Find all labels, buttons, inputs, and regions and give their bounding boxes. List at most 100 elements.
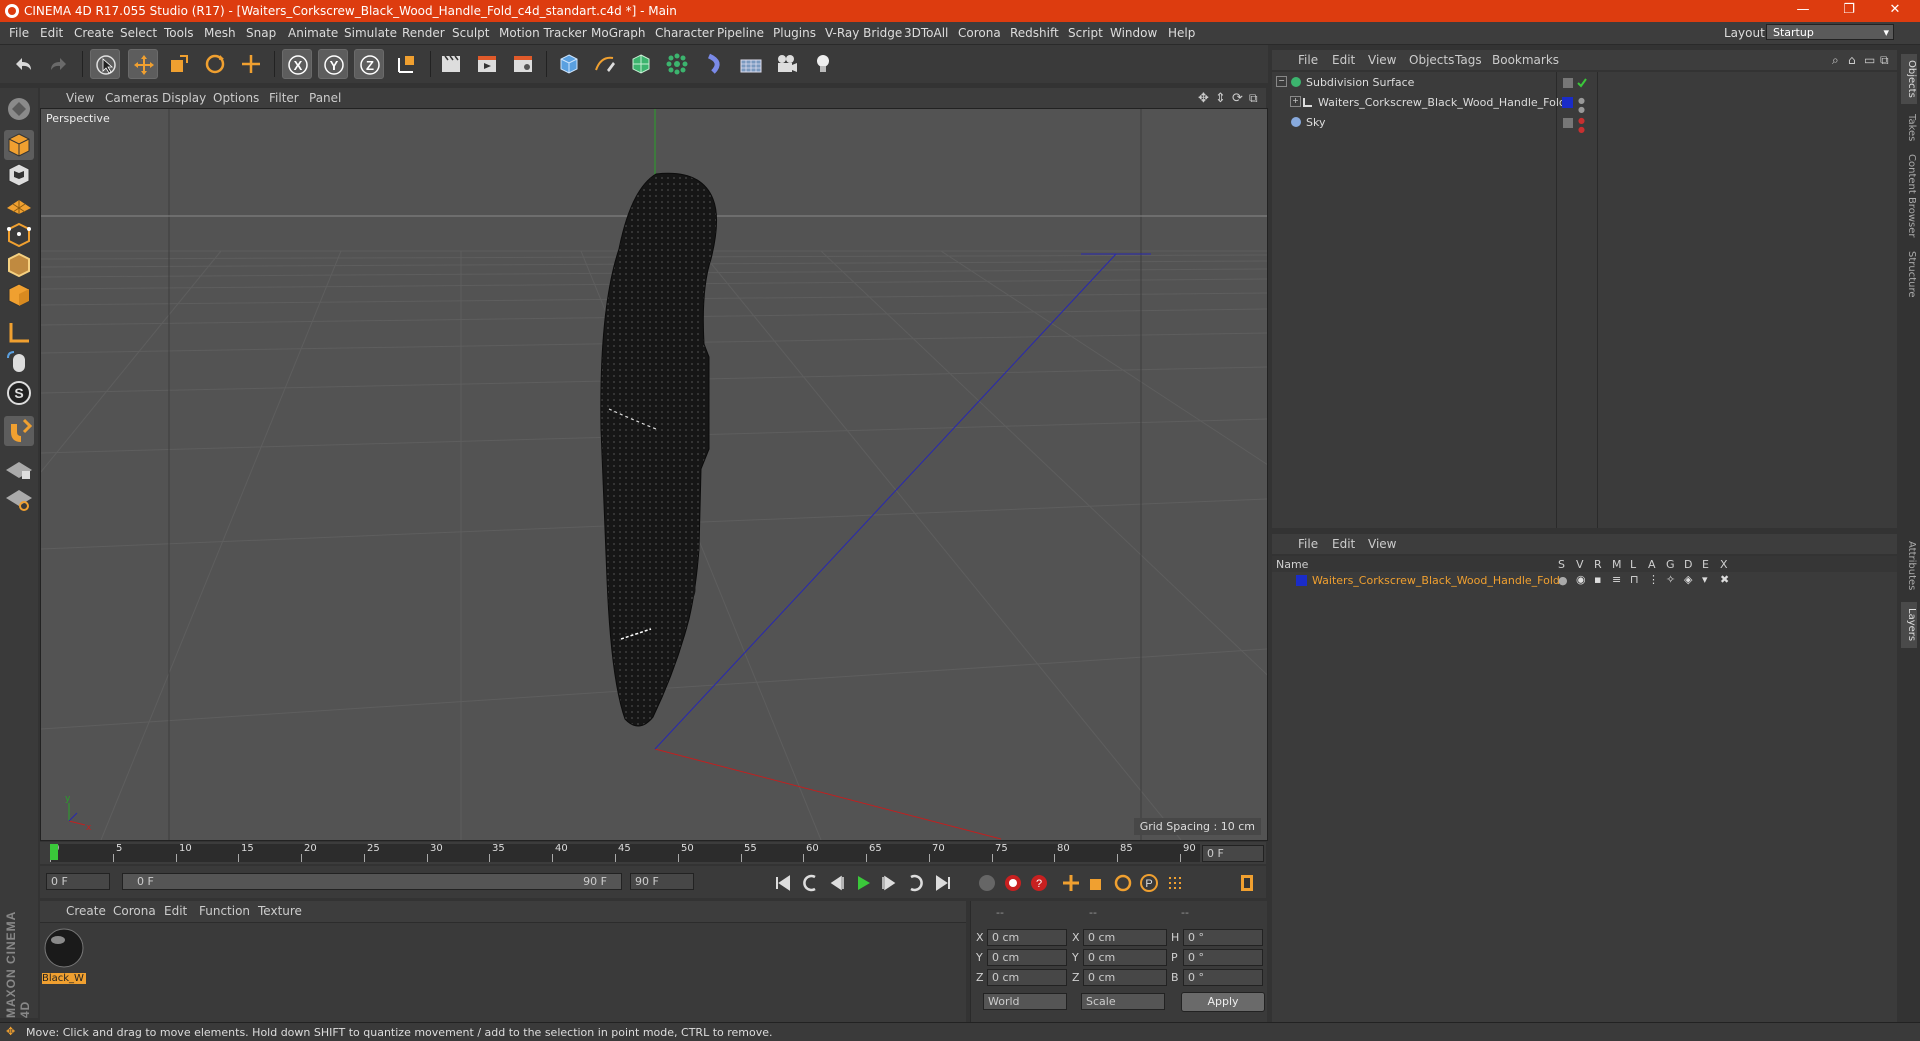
autokey-button[interactable] <box>1002 872 1024 894</box>
scale-tool-button[interactable] <box>164 49 194 79</box>
size-z-field[interactable]: 0 cm <box>1083 969 1167 986</box>
object-new-view-icon[interactable]: ▭ <box>1864 53 1875 67</box>
viewport-move-icon[interactable]: ✥ <box>1198 91 1209 106</box>
menu-edit[interactable]: Edit <box>40 26 63 40</box>
material-menu-corona[interactable]: Corona <box>113 904 156 918</box>
layer-solo-icon[interactable]: ● <box>1558 574 1568 587</box>
workplane-mode-button[interactable] <box>4 190 34 220</box>
size-x-field[interactable]: 0 cm <box>1083 929 1167 946</box>
position-z-field[interactable]: 0 cm <box>987 969 1067 986</box>
add-camera-button[interactable] <box>772 49 802 79</box>
layer-color-swatch[interactable] <box>1296 575 1307 586</box>
snapping-button[interactable]: S <box>4 378 34 408</box>
render-view-button[interactable] <box>436 49 466 79</box>
material-menu-texture[interactable]: Texture <box>258 904 302 918</box>
object-home-icon[interactable]: ⌂ <box>1848 53 1856 67</box>
lock-workplane-button[interactable] <box>4 454 34 484</box>
corkscrew-model[interactable] <box>600 172 717 727</box>
undo-button[interactable] <box>8 49 38 79</box>
x-axis-lock-button[interactable]: X <box>282 49 312 79</box>
render-to-picture-viewer-button[interactable] <box>472 49 502 79</box>
viewport-rotate-icon[interactable]: ⟳ <box>1232 91 1243 106</box>
viewport-dolly-icon[interactable]: ⇕ <box>1215 91 1226 106</box>
menu-corona[interactable]: Corona <box>958 26 1001 40</box>
planar-workplane-button[interactable] <box>4 484 34 514</box>
add-floor-button[interactable] <box>736 49 766 79</box>
material-swatch[interactable]: Black_W <box>42 926 86 986</box>
go-to-start-button[interactable] <box>772 872 794 894</box>
expand-toggle-icon[interactable]: + <box>1290 96 1301 107</box>
object-menu-view[interactable]: View <box>1368 53 1396 67</box>
tab-objects[interactable]: Objects <box>1901 54 1917 104</box>
viewport-menu-display[interactable]: Display <box>162 91 206 105</box>
layer-menu-view[interactable]: View <box>1368 537 1396 551</box>
object-row-corkscrew[interactable]: + Waiters_Corkscrew_Black_Wood_Handle_Fo… <box>1272 94 1897 114</box>
object-menu-tags[interactable]: Tags <box>1455 53 1482 67</box>
layer-render-icon[interactable]: ▪ <box>1594 573 1601 586</box>
coordinate-mode-dropdown[interactable]: World <box>983 993 1067 1010</box>
menu-render[interactable]: Render <box>402 26 445 40</box>
make-editable-button[interactable] <box>4 94 34 124</box>
play-button[interactable] <box>852 872 874 894</box>
object-menu-objects[interactable]: Objects <box>1409 53 1454 67</box>
add-array-button[interactable] <box>662 49 692 79</box>
menu-window[interactable]: Window <box>1110 26 1157 40</box>
keyframe-selection-button[interactable]: ? <box>1028 872 1050 894</box>
material-menu-function[interactable]: Function <box>199 904 250 918</box>
material-menu-edit[interactable]: Edit <box>164 904 187 918</box>
menu-pipeline[interactable]: Pipeline <box>717 26 764 40</box>
layer-xref-icon[interactable]: ✖ <box>1720 573 1729 586</box>
menu-mograph[interactable]: MoGraph <box>591 26 646 40</box>
menu-file[interactable]: File <box>9 26 29 40</box>
viewport-menu-cameras[interactable]: Cameras <box>105 91 158 105</box>
z-axis-lock-button[interactable]: Z <box>354 49 384 79</box>
position-y-field[interactable]: 0 cm <box>987 949 1067 966</box>
model-mode-button[interactable] <box>4 130 34 160</box>
tab-structure[interactable]: Structure <box>1901 246 1917 302</box>
size-y-field[interactable]: 0 cm <box>1083 949 1167 966</box>
menu-character[interactable]: Character <box>655 26 714 40</box>
object-expand-icon[interactable]: ⧉ <box>1880 53 1889 68</box>
menu-create[interactable]: Create <box>74 26 114 40</box>
layer-menu-file[interactable]: File <box>1298 537 1318 551</box>
key-rotation-button[interactable] <box>1112 872 1134 894</box>
layer-lock-icon[interactable]: ⊓ <box>1630 573 1639 586</box>
rotate-tool-button[interactable] <box>200 49 230 79</box>
layer-manager-icon[interactable]: ≡ <box>1612 573 1621 586</box>
tab-attributes[interactable]: Attributes <box>1901 534 1917 598</box>
edges-mode-button[interactable] <box>4 250 34 280</box>
layer-visible-eye-icon[interactable]: ◉ <box>1576 573 1586 586</box>
magnet-tool-button[interactable] <box>4 416 34 446</box>
layer-color-tag[interactable] <box>1562 97 1573 108</box>
key-pla-button[interactable] <box>1164 872 1186 894</box>
add-light-button[interactable] <box>808 49 838 79</box>
collapse-toggle-icon[interactable]: − <box>1276 76 1287 87</box>
key-parameter-button[interactable]: P <box>1138 872 1160 894</box>
end-frame-field[interactable]: 90 F <box>630 873 694 890</box>
rotation-h-field[interactable]: 0 ° <box>1183 929 1263 946</box>
menu-plugins[interactable]: Plugins <box>773 26 816 40</box>
timeline-ruler[interactable]: 051015202530354045505560657075808590 0 F <box>40 842 1266 864</box>
viewport-menu-panel[interactable]: Panel <box>309 91 341 105</box>
next-key-button[interactable] <box>904 872 926 894</box>
menu-help[interactable]: Help <box>1168 26 1195 40</box>
menu-redshift[interactable]: Redshift <box>1010 26 1059 40</box>
restore-button[interactable]: ❐ <box>1826 0 1872 22</box>
live-selection-button[interactable] <box>90 49 120 79</box>
menu-snap[interactable]: Snap <box>246 26 276 40</box>
position-x-field[interactable]: 0 cm <box>987 929 1067 946</box>
menu-simulate[interactable]: Simulate <box>344 26 397 40</box>
tab-content-browser[interactable]: Content Browser <box>1901 150 1917 242</box>
coordinate-system-button[interactable] <box>392 49 422 79</box>
object-row-subdivision[interactable]: − Subdivision Surface <box>1272 74 1897 92</box>
add-deformer-button[interactable] <box>700 49 730 79</box>
playhead[interactable] <box>50 844 58 860</box>
rotation-p-field[interactable]: 0 ° <box>1183 949 1263 966</box>
add-spline-button[interactable] <box>590 49 620 79</box>
current-frame-field[interactable]: 0 F <box>1202 845 1264 862</box>
rotation-b-field[interactable]: 0 ° <box>1183 969 1263 986</box>
visibility-dots-icon[interactable]: ● ● <box>1578 96 1585 114</box>
menu-mesh[interactable]: Mesh <box>204 26 236 40</box>
frame-range-slider[interactable]: 0 F 90 F <box>122 873 622 890</box>
move-tool-button[interactable] <box>128 49 158 79</box>
